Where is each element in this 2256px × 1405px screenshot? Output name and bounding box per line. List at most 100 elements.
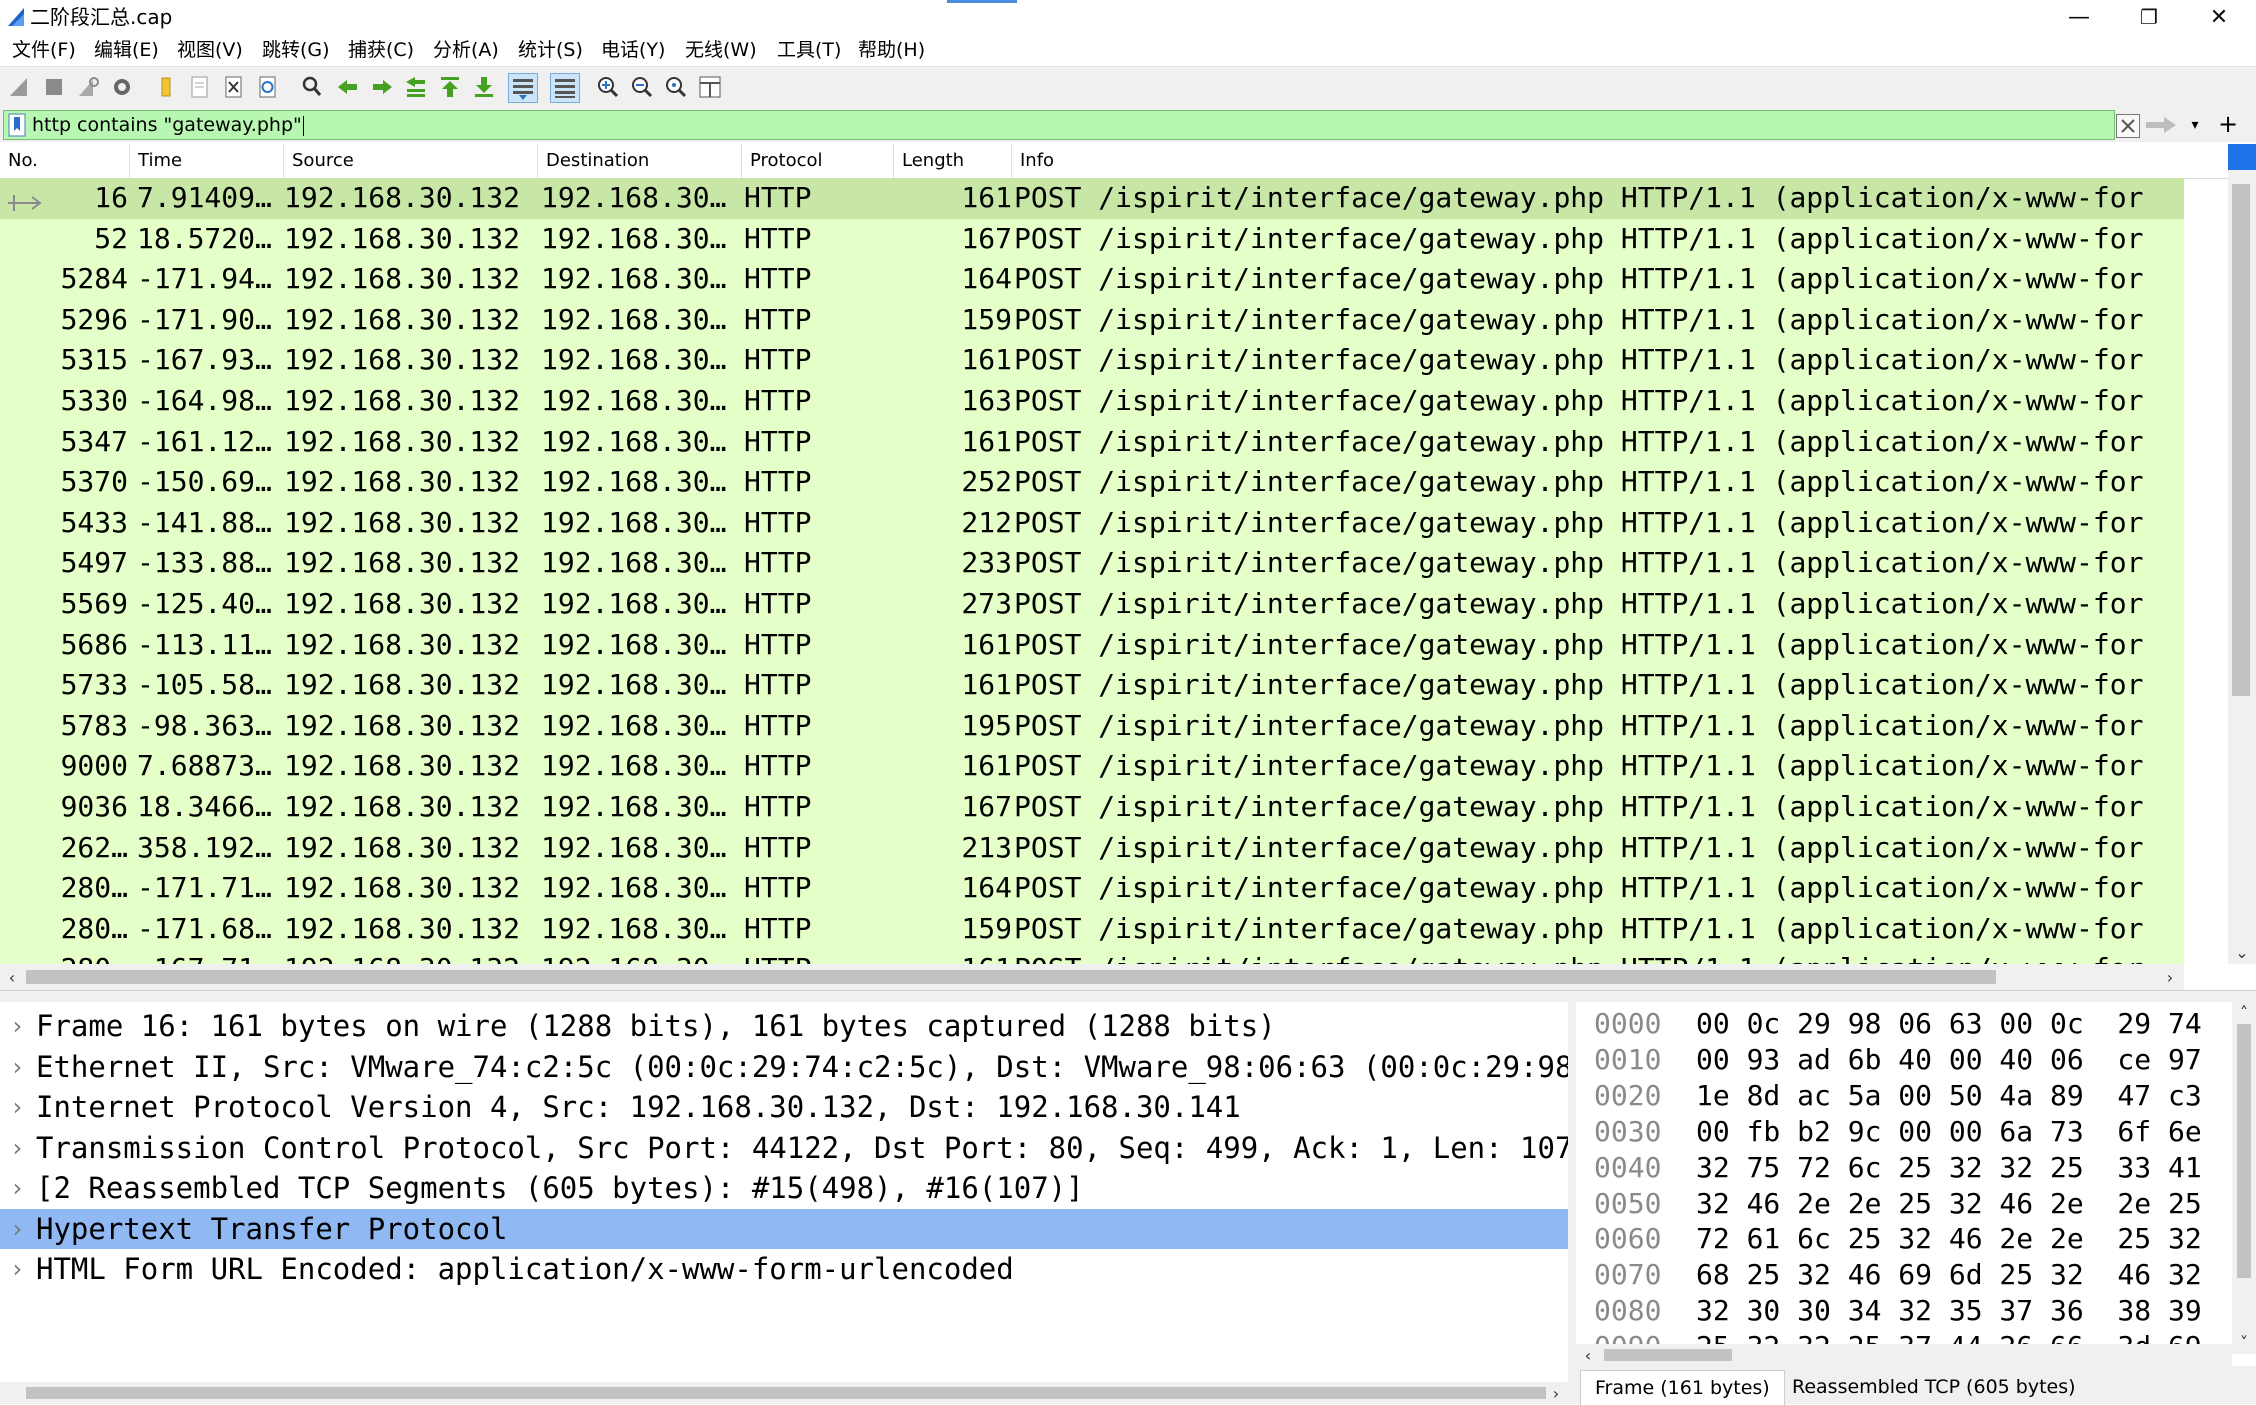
tab-frame-bytes[interactable]: Frame (161 bytes): [1580, 1370, 1785, 1405]
menu-telephony[interactable]: 电话(Y): [601, 38, 665, 62]
hex-bytes[interactable]: 72 61 6c 25 32 46 2e 2e 25 32: [1696, 1221, 2202, 1257]
expand-chevron-icon[interactable]: ›: [10, 1128, 26, 1168]
apply-filter-icon[interactable]: [2144, 114, 2178, 136]
menu-file[interactable]: 文件(F): [12, 38, 76, 62]
find-icon[interactable]: [298, 73, 326, 101]
menu-capture[interactable]: 捕获(C): [348, 38, 414, 62]
menu-statistics[interactable]: 统计(S): [518, 38, 583, 62]
details-scroll-right-icon[interactable]: ›: [1546, 1382, 1566, 1404]
hex-bytes[interactable]: 32 46 2e 2e 25 32 46 2e 2e 25: [1696, 1186, 2202, 1222]
clear-filter-icon[interactable]: [2116, 114, 2140, 138]
bytes-scroll-left-icon[interactable]: ‹: [1578, 1344, 1598, 1366]
packet-row[interactable]: 9000 7.68873… 192.168.30.132 192.168.30… HTT…: [0, 746, 2184, 787]
packet-row[interactable]: 5330 -164.98… 192.168.30.132 192.168.30… HTT…: [0, 381, 2184, 422]
column-source[interactable]: Source: [284, 144, 538, 178]
menu-view[interactable]: 视图(V): [177, 38, 243, 62]
bytes-vscroll-thumb[interactable]: [2237, 1024, 2251, 1278]
packet-list-hscroll-thumb[interactable]: [26, 970, 1996, 984]
packet-row[interactable]: 5686 -113.11… 192.168.30.132 192.168.30… HTT…: [0, 624, 2184, 666]
detail-tree-item[interactable]: › [2 Reassembled TCP Segments (605 bytes)…: [0, 1168, 1568, 1209]
packet-row[interactable]: 280… -171.71… 192.168.30.132 192.168.30… HTT…: [0, 868, 2184, 909]
packet-list-hscrollbar[interactable]: ‹ ›: [0, 964, 2184, 990]
back-icon[interactable]: [334, 73, 362, 101]
scroll-right-arrow-icon[interactable]: ›: [2160, 966, 2180, 988]
packet-row[interactable]: 5733 -105.58… 192.168.30.132 192.168.30… HTT…: [0, 665, 2184, 706]
resize-columns-icon[interactable]: [696, 73, 724, 101]
filter-history-dropdown-icon[interactable]: ▾: [2184, 114, 2206, 136]
expand-chevron-icon[interactable]: ›: [10, 1209, 26, 1249]
packet-row[interactable]: 280… -171.68… 192.168.30.132 192.168.30… HTT…: [0, 908, 2184, 950]
packet-row[interactable]: 5569 -125.40… 192.168.30.132 192.168.30… HTT…: [0, 584, 2184, 625]
packet-row[interactable]: 16 7.91409… 192.168.30.132 192.168.30… HTTP 1…: [0, 178, 2184, 219]
packet-row[interactable]: 5347 -161.12… 192.168.30.132 192.168.30… HTT…: [0, 421, 2184, 463]
packet-row[interactable]: 5296 -171.90… 192.168.30.132 192.168.30… HTT…: [0, 299, 2184, 341]
detail-tree-item[interactable]: › Internet Protocol Version 4, Src: 192.1…: [0, 1087, 1568, 1128]
expand-chevron-icon[interactable]: ›: [10, 1006, 26, 1046]
autoscroll-icon[interactable]: [508, 73, 538, 103]
scroll-left-arrow-icon[interactable]: ‹: [2, 966, 22, 988]
expand-chevron-icon[interactable]: ›: [10, 1249, 26, 1289]
detail-tree-item[interactable]: › Ethernet II, Src: VMware_74:c2:5c (00:0…: [0, 1047, 1568, 1088]
reload-icon[interactable]: [254, 73, 282, 101]
column-destination[interactable]: Destination: [538, 144, 742, 178]
column-info[interactable]: Info: [1012, 144, 2228, 178]
expand-chevron-icon[interactable]: ›: [10, 1168, 26, 1208]
column-no[interactable]: No.: [0, 144, 130, 178]
filter-bookmark-icon[interactable]: [8, 113, 26, 137]
forward-icon[interactable]: [368, 73, 396, 101]
save-file-icon[interactable]: [186, 73, 214, 101]
minimize-button[interactable]: —: [2044, 0, 2114, 34]
add-filter-button[interactable]: +: [2214, 110, 2242, 138]
packet-row[interactable]: 5497 -133.88… 192.168.30.132 192.168.30… HTT…: [0, 543, 2184, 584]
packet-row[interactable]: 9036 18.3466… 192.168.30.132 192.168.30… HTT…: [0, 787, 2184, 828]
packet-row[interactable]: 5315 -167.93… 192.168.30.132 192.168.30… HTT…: [0, 340, 2184, 381]
menu-edit[interactable]: 编辑(E): [94, 38, 159, 62]
detail-tree-item[interactable]: › HTML Form URL Encoded: application/x-ww…: [0, 1249, 1568, 1290]
detail-tree-item[interactable]: › Transmission Control Protocol, Src Port…: [0, 1128, 1568, 1169]
stop-icon[interactable]: [40, 73, 68, 101]
packet-row[interactable]: 262… 358.192… 192.168.30.132 192.168.30… HTT…: [0, 827, 2184, 869]
normal-size-icon[interactable]: [662, 73, 690, 101]
tab-reassembled-tcp[interactable]: Reassembled TCP (605 bytes): [1778, 1370, 2090, 1404]
hex-bytes[interactable]: 32 30 30 34 32 35 37 36 38 39: [1696, 1293, 2202, 1329]
scroll-down-arrow-icon[interactable]: ⌄: [2232, 942, 2252, 962]
packet-list-vscroll-thumb[interactable]: [2232, 184, 2250, 696]
display-filter-input[interactable]: http contains "gateway.php": [3, 110, 2115, 140]
packet-row[interactable]: 5433 -141.88… 192.168.30.132 192.168.30… HTT…: [0, 502, 2184, 544]
details-hscrollbar[interactable]: ›: [0, 1382, 1568, 1404]
close-button[interactable]: ✕: [2184, 0, 2254, 34]
hex-bytes[interactable]: 00 fb b2 9c 00 00 6a 73 6f 6e: [1696, 1114, 2202, 1150]
hex-bytes[interactable]: 32 75 72 6c 25 32 32 25 33 41: [1696, 1150, 2202, 1186]
go-to-packet-icon[interactable]: [402, 73, 430, 101]
close-file-icon[interactable]: [220, 73, 248, 101]
zoom-out-icon[interactable]: [628, 73, 656, 101]
column-length[interactable]: Length: [894, 144, 1012, 178]
restore-button[interactable]: ❐: [2114, 0, 2184, 34]
hex-bytes[interactable]: 00 0c 29 98 06 63 00 0c 29 74: [1696, 1006, 2202, 1042]
packet-row[interactable]: 5284 -171.94… 192.168.30.132 192.168.30… HTT…: [0, 259, 2184, 300]
hex-bytes[interactable]: 1e 8d ac 5a 00 50 4a 89 47 c3: [1696, 1078, 2202, 1114]
column-protocol[interactable]: Protocol: [742, 144, 894, 178]
open-folder-icon[interactable]: [152, 73, 180, 101]
menu-help[interactable]: 帮助(H): [858, 38, 925, 62]
details-hscroll-thumb[interactable]: [26, 1387, 1546, 1399]
packet-list-vscrollbar[interactable]: ⌄: [2228, 144, 2256, 964]
packet-row[interactable]: 280… -167.71… 192.168.30.132 192.168.30…HTT…: [0, 949, 2184, 964]
packet-row[interactable]: 5370 -150.69… 192.168.30.132 192.168.30… HTT…: [0, 462, 2184, 503]
zoom-in-icon[interactable]: [594, 73, 622, 101]
expand-chevron-icon[interactable]: ›: [10, 1087, 26, 1127]
first-packet-icon[interactable]: [436, 73, 464, 101]
detail-tree-item[interactable]: › Frame 16: 161 bytes on wire (1288 bits)…: [0, 1006, 1568, 1047]
bytes-vscrollbar[interactable]: ˄ ˅: [2232, 1002, 2256, 1354]
hex-bytes[interactable]: 68 25 32 46 69 6d 25 32 46 32: [1696, 1257, 2202, 1293]
detail-tree-item[interactable]: › Hypertext Transfer Protocol: [0, 1208, 1568, 1249]
shark-fin-start-icon[interactable]: [6, 73, 34, 101]
expand-chevron-icon[interactable]: ›: [10, 1047, 26, 1087]
packet-row[interactable]: 52 18.5720… 192.168.30.132 192.168.30… HTTP 1…: [0, 218, 2184, 260]
restart-icon[interactable]: [74, 73, 102, 101]
menu-go[interactable]: 跳转(G): [262, 38, 330, 62]
bytes-scroll-up-icon[interactable]: ˄: [2234, 1002, 2254, 1022]
bytes-scroll-down-icon[interactable]: ˅: [2234, 1332, 2254, 1352]
bytes-hscrollbar[interactable]: ‹: [1576, 1344, 2232, 1366]
menu-analyze[interactable]: 分析(A): [433, 38, 499, 62]
